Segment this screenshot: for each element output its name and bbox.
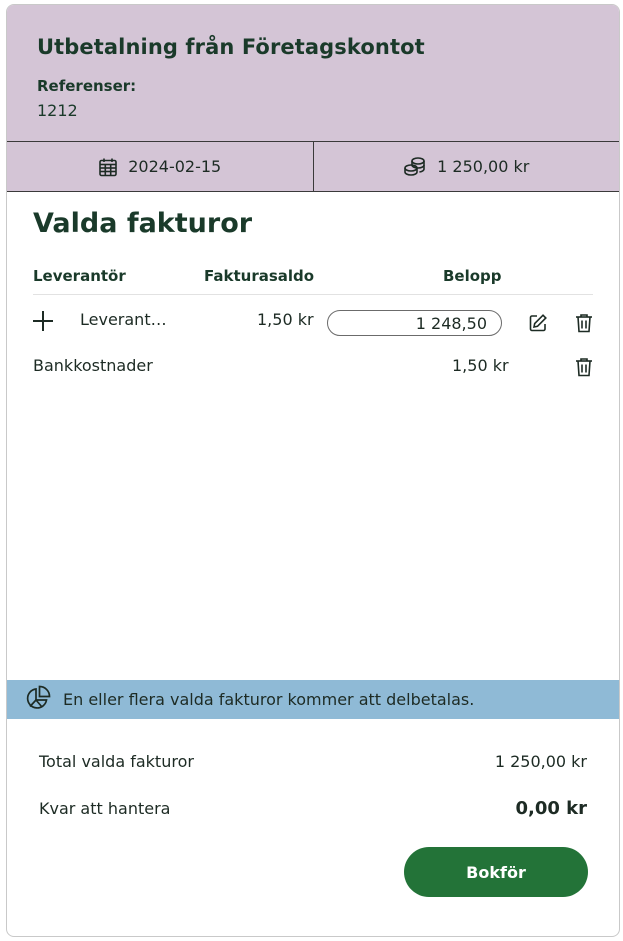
payment-card: Utbetalning från Företagskontot Referens… [6, 4, 620, 937]
payment-info-bar: 2024-02-15 1 250,00 kr [7, 141, 619, 192]
column-amount: Belopp [443, 267, 502, 285]
column-supplier: Leverantör [33, 267, 126, 285]
pie-chart-icon [25, 685, 51, 715]
book-button[interactable]: Bokför [404, 847, 588, 897]
partial-payment-notice: En eller flera valda fakturor kommer att… [7, 680, 619, 719]
column-invoice-balance: Fakturasaldo [204, 267, 315, 285]
payment-header: Utbetalning från Företagskontot Referens… [7, 5, 619, 141]
total-selected-row: Total valda fakturor 1 250,00 kr [39, 749, 587, 773]
coins-icon [403, 156, 427, 178]
amount-input[interactable] [327, 310, 502, 336]
section-title: Valda fakturor [33, 208, 253, 239]
row-supplier: Bankkostnader [33, 356, 153, 375]
payment-amount: 1 250,00 kr [312, 142, 620, 191]
payment-date: 2024-02-15 [7, 142, 313, 191]
payment-amount-value: 1 250,00 kr [437, 157, 530, 176]
table-row: Leverant… 1,50 kr [33, 295, 593, 345]
remaining-value: 0,00 kr [515, 797, 587, 819]
totals-summary: Total valda fakturor 1 250,00 kr Kvar at… [39, 749, 587, 820]
total-selected-value: 1 250,00 kr [494, 751, 587, 771]
row-amount: 1,50 kr [452, 356, 509, 375]
row-invoice-balance: 1,50 kr [257, 310, 314, 329]
notice-text: En eller flera valda fakturor kommer att… [63, 690, 475, 709]
table-row: Bankkostnader 1,50 kr [33, 345, 593, 391]
references-label: Referenser: [37, 77, 137, 95]
selected-invoices-section: Valda fakturor Leverantör Fakturasaldo B… [7, 192, 619, 391]
trash-icon[interactable] [573, 312, 595, 334]
trash-icon[interactable] [573, 356, 595, 378]
row-supplier: Leverant… [80, 310, 167, 329]
edit-icon[interactable] [527, 312, 549, 334]
payment-date-value: 2024-02-15 [128, 157, 222, 176]
total-selected-label: Total valda fakturor [39, 751, 194, 771]
page-title: Utbetalning från Företagskontot [37, 35, 425, 59]
calendar-icon [98, 157, 118, 177]
expand-icon[interactable] [33, 311, 53, 331]
remaining-label: Kvar att hantera [39, 798, 171, 818]
references-value: 1212 [37, 101, 78, 120]
remaining-row: Kvar att hantera 0,00 kr [39, 796, 587, 820]
table-header: Leverantör Fakturasaldo Belopp [33, 239, 593, 295]
